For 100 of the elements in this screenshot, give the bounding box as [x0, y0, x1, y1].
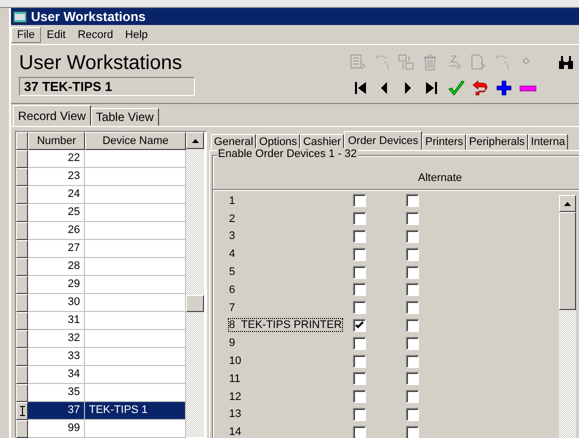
- scroll-thumb[interactable]: [559, 212, 576, 310]
- app-icon: [13, 10, 27, 22]
- menu-item[interactable]: Help: [119, 26, 154, 42]
- device-label: 1: [228, 194, 236, 208]
- checkbox[interactable]: [353, 318, 366, 332]
- checkbox[interactable]: [406, 426, 419, 438]
- window-title: User Workstations: [31, 9, 146, 24]
- checkbox[interactable]: [406, 283, 419, 296]
- undo-arrow-icon[interactable]: [471, 79, 489, 97]
- row-selector[interactable]: [16, 384, 28, 402]
- text-cursor-icon: [20, 406, 24, 416]
- table-cell: 22: [28, 150, 85, 168]
- column-header: Alternate: [418, 172, 462, 184]
- checkbox[interactable]: [353, 283, 366, 296]
- checkbox[interactable]: [406, 301, 419, 314]
- checkbox[interactable]: [353, 408, 366, 421]
- settings-tab[interactable]: Peripherals: [466, 134, 528, 150]
- table-cell: 27: [28, 240, 85, 258]
- table-cell: 24: [28, 186, 85, 204]
- settings-tab[interactable]: Printers: [422, 134, 466, 150]
- table-cell: 32: [28, 330, 85, 348]
- device-label: 12: [228, 390, 242, 404]
- checkbox[interactable]: [406, 336, 419, 350]
- table-cell: 25: [28, 204, 85, 222]
- row-selector[interactable]: [16, 420, 28, 438]
- checkbox[interactable]: [353, 194, 366, 208]
- row-selector[interactable]: [16, 204, 28, 222]
- row-selector[interactable]: [16, 222, 28, 240]
- checkbox[interactable]: [406, 266, 419, 279]
- row-selector[interactable]: [16, 366, 28, 384]
- row-selector[interactable]: [16, 186, 28, 204]
- device-label: 11: [228, 372, 242, 386]
- table-cell: 33: [28, 348, 85, 366]
- table-cell: 99: [28, 420, 85, 438]
- row-selector[interactable]: [16, 294, 28, 312]
- record-field: 37 TEK-TIPS 1: [19, 77, 195, 96]
- device-label: 14: [228, 425, 242, 438]
- device-label: 13: [228, 407, 242, 422]
- plus-icon[interactable]: [495, 79, 513, 97]
- checkbox[interactable]: [406, 230, 419, 243]
- row-selector[interactable]: [16, 150, 28, 168]
- checkbox[interactable]: [353, 230, 366, 243]
- checkbox[interactable]: [406, 194, 419, 208]
- checkbox[interactable]: [353, 301, 366, 314]
- checkbox[interactable]: [406, 390, 419, 404]
- row-selector[interactable]: [16, 348, 28, 366]
- device-label: 10: [228, 354, 242, 368]
- table-cell: 37: [28, 402, 85, 420]
- checkbox[interactable]: [353, 336, 366, 350]
- device-label: 6: [228, 282, 236, 297]
- table-cell: 23: [28, 168, 85, 186]
- checkbox[interactable]: [353, 390, 366, 404]
- scroll-up-arrow-icon: [564, 202, 571, 206]
- checkbox[interactable]: [406, 408, 419, 421]
- table-cell: 26: [28, 222, 85, 240]
- checkbox[interactable]: [406, 248, 419, 261]
- scroll-up-arrow-icon: [192, 138, 198, 142]
- row-selector[interactable]: [16, 240, 28, 258]
- page-title: User Workstations: [19, 52, 182, 74]
- view-tab[interactable]: Table View: [90, 108, 159, 126]
- row-selector[interactable]: [16, 312, 28, 330]
- row-selector[interactable]: [16, 168, 28, 186]
- table-cell: 29: [28, 276, 85, 294]
- checkbox[interactable]: [353, 266, 366, 279]
- device-label: 9: [228, 336, 236, 350]
- checkbox[interactable]: [406, 372, 419, 386]
- checkbox[interactable]: [406, 212, 419, 226]
- checkbox[interactable]: [353, 354, 366, 368]
- checkbox[interactable]: [406, 354, 419, 368]
- group-title: Enable Order Devices 1 - 32: [217, 148, 358, 160]
- scroll-up-button[interactable]: [559, 195, 576, 212]
- checkbox[interactable]: [353, 212, 366, 226]
- scroll-up-button[interactable]: [186, 132, 204, 149]
- table-cell: 31: [28, 312, 85, 330]
- menu-item[interactable]: Edit: [40, 26, 72, 42]
- select-all-button[interactable]: [16, 132, 28, 150]
- settings-tab[interactable]: Interna: [528, 134, 568, 150]
- device-label: 4: [228, 247, 236, 262]
- checkbox[interactable]: [406, 318, 419, 332]
- checkbox[interactable]: [353, 372, 366, 386]
- checkmark-icon[interactable]: [447, 79, 465, 97]
- menu-item[interactable]: File: [11, 26, 41, 42]
- device-label: 2: [228, 212, 236, 226]
- column-header[interactable]: Number: [28, 132, 85, 150]
- checkbox[interactable]: [353, 248, 366, 261]
- row-selector[interactable]: [16, 402, 28, 420]
- menu-item[interactable]: Record: [72, 26, 120, 42]
- device-label: 7: [228, 300, 236, 315]
- table-cell: TEK-TIPS 1: [85, 402, 186, 420]
- row-selector[interactable]: [16, 330, 28, 348]
- binoculars-icon[interactable]: [557, 53, 575, 71]
- row-selector[interactable]: [16, 258, 28, 276]
- scroll-thumb[interactable]: [186, 295, 204, 312]
- checkbox[interactable]: [353, 426, 366, 438]
- table-cell: 34: [28, 366, 85, 384]
- table-cell: 30: [28, 294, 85, 312]
- view-tab[interactable]: Record View: [13, 105, 91, 126]
- row-selector[interactable]: [16, 276, 28, 294]
- column-header[interactable]: Device Name: [85, 132, 186, 150]
- device-label: 8 TEK-TIPS PRINTER: [228, 318, 343, 332]
